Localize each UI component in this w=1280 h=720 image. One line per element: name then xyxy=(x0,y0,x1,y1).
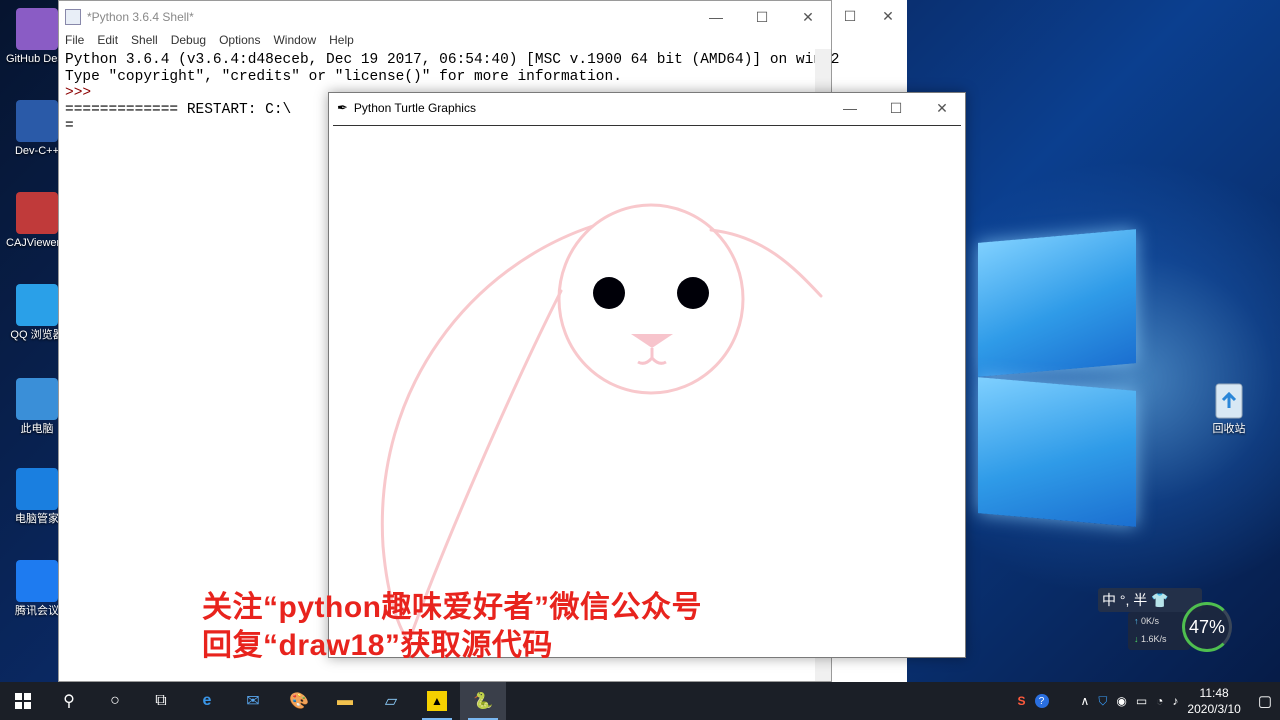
close-button[interactable]: ✕ xyxy=(919,100,965,117)
shell-menubar: File Edit Shell Debug Options Window Hel… xyxy=(59,33,831,49)
cortana-icon: ○ xyxy=(110,692,120,709)
menu-help[interactable]: Help xyxy=(329,33,354,49)
network-speed: ↑ 0K/s ↓ 1.6K/s xyxy=(1128,612,1190,650)
menu-shell[interactable]: Shell xyxy=(131,33,158,49)
minimize-button[interactable]: — xyxy=(693,9,739,26)
tencent-meeting-icon xyxy=(16,560,58,602)
maximize-button[interactable]: ☐ xyxy=(873,100,919,117)
clock-time: 11:48 xyxy=(1199,686,1229,700)
pc-manager-icon xyxy=(16,468,58,510)
turtle-titlebar[interactable]: ✒ Python Turtle Graphics — ☐ ✕ xyxy=(329,93,965,123)
minimize-button[interactable]: — xyxy=(827,100,873,117)
cajviewer-icon xyxy=(16,192,58,234)
menu-debug[interactable]: Debug xyxy=(171,33,206,49)
feather-icon: ✒ xyxy=(337,100,348,115)
mail-icon: ✉ xyxy=(246,693,260,710)
maximize-button[interactable]: ☐ xyxy=(739,9,785,26)
download-speed: 1.6K/s xyxy=(1141,634,1167,644)
search-icon: ⚲ xyxy=(63,693,75,710)
windows-logo-pane-bl xyxy=(978,377,1136,527)
shell-title: *Python 3.6.4 Shell* xyxy=(87,10,194,24)
volume-icon[interactable]: ♪ xyxy=(1172,694,1178,708)
system-clock[interactable]: 11:48 2020/3/10 xyxy=(1187,685,1240,717)
rabbit-mouth xyxy=(637,348,667,365)
cortana-button[interactable]: ○ xyxy=(92,682,138,720)
skin-icon[interactable]: 👕 xyxy=(1151,592,1168,609)
folder-icon: ▬ xyxy=(337,692,353,709)
python-icon: 🐍 xyxy=(473,693,493,710)
ime-status: 中 °, 半 xyxy=(1102,592,1148,608)
sogou-ime-icon[interactable]: S xyxy=(1018,694,1026,708)
taskbar-explorer[interactable]: ▬ xyxy=(322,682,368,720)
menu-window[interactable]: Window xyxy=(273,33,316,49)
rabbit-nose xyxy=(631,334,673,348)
turtle-canvas[interactable] xyxy=(333,125,961,654)
console-line: Python 3.6.4 (v3.6.4:d48eceb, Dec 19 201… xyxy=(65,52,840,68)
notepad-icon: ▱ xyxy=(384,693,398,710)
github-desktop-icon xyxy=(16,8,58,50)
menu-file[interactable]: File xyxy=(65,33,84,49)
dev-cpp-icon xyxy=(16,100,58,142)
taskbar-edge[interactable]: e xyxy=(184,682,230,720)
app-yellow-icon: ▲ xyxy=(427,691,447,711)
menu-options[interactable]: Options xyxy=(219,33,260,49)
system-tray: S ? ∧ ⛉ ◉ ▭ ◔ ♪ 11:48 2020/3/10 ▢ xyxy=(1018,685,1280,717)
taskbar-paint[interactable]: 🎨 xyxy=(276,682,322,720)
console-line: Type "copyright", "credits" or "license(… xyxy=(65,68,622,85)
turtle-title: Python Turtle Graphics xyxy=(353,101,476,115)
taskbar-mail[interactable]: ✉ xyxy=(230,682,276,720)
search-button[interactable]: ⚲ xyxy=(46,682,92,720)
maximize-icon[interactable]: ☐ xyxy=(831,8,869,25)
help-icon[interactable]: ? xyxy=(1034,694,1049,708)
start-button[interactable] xyxy=(0,682,46,720)
ime-toolbar[interactable]: 中 °, 半 👕 xyxy=(1098,588,1202,612)
python-file-icon xyxy=(65,9,81,25)
wifi-icon[interactable]: ◔ xyxy=(1156,694,1163,708)
recycle-bin-icon xyxy=(1208,378,1250,420)
rabbit-right-eye xyxy=(677,277,709,309)
rabbit-left-ear xyxy=(380,224,595,644)
notification-center-icon[interactable]: ▢ xyxy=(1258,692,1272,710)
usage-gauge: 47% xyxy=(1182,602,1232,652)
taskbar-python[interactable]: 🐍 xyxy=(460,682,506,720)
rabbit-head xyxy=(557,203,745,395)
rabbit-drawing xyxy=(380,203,823,644)
edge-icon: e xyxy=(202,692,212,709)
turtle-graphics-window[interactable]: ✒ Python Turtle Graphics — ☐ ✕ xyxy=(328,92,966,658)
qq-tray-icon[interactable]: ◉ xyxy=(1116,694,1126,708)
shell-titlebar[interactable]: *Python 3.6.4 Shell* — ☐ ✕ xyxy=(59,1,831,33)
task-view-button[interactable]: ⧉ xyxy=(138,682,184,720)
task-view-icon: ⧉ xyxy=(155,692,167,709)
taskbar-app-yellow[interactable]: ▲ xyxy=(414,682,460,720)
taskbar-notepad[interactable]: ▱ xyxy=(368,682,414,720)
this-pc-icon xyxy=(16,378,58,420)
recycle-bin-label: 回收站 xyxy=(1212,423,1246,435)
windows-start-icon xyxy=(15,693,31,709)
security-shield-icon[interactable]: ⛉ xyxy=(1098,694,1107,709)
rabbit-left-eye xyxy=(593,277,625,309)
clock-date: 2020/3/10 xyxy=(1187,702,1241,716)
upload-arrow-icon: ↑ xyxy=(1134,616,1139,626)
rabbit-right-ear xyxy=(709,228,823,298)
download-arrow-icon: ↓ xyxy=(1134,634,1139,644)
paint-icon: 🎨 xyxy=(289,693,309,710)
taskbar: ⚲ ○ ⧉ e ✉ 🎨 ▬ ▱ ▲ 🐍 S ? ∧ ⛉ ◉ ▭ ◔ ♪ 11:4… xyxy=(0,682,1280,720)
qq-browser-icon xyxy=(16,284,58,326)
menu-edit[interactable]: Edit xyxy=(97,33,118,49)
recycle-bin[interactable]: 回收站 xyxy=(1198,378,1260,437)
caption-line-2: 回复“draw18”获取源代码 xyxy=(202,629,553,662)
close-button[interactable]: ✕ xyxy=(785,9,831,26)
upload-speed: 0K/s xyxy=(1141,616,1160,626)
close-icon[interactable]: ✕ xyxy=(869,8,907,25)
windows-logo-pane-tl xyxy=(978,229,1136,377)
show-hidden-icons[interactable]: ∧ xyxy=(1081,694,1090,708)
battery-icon[interactable]: ▭ xyxy=(1136,694,1147,708)
